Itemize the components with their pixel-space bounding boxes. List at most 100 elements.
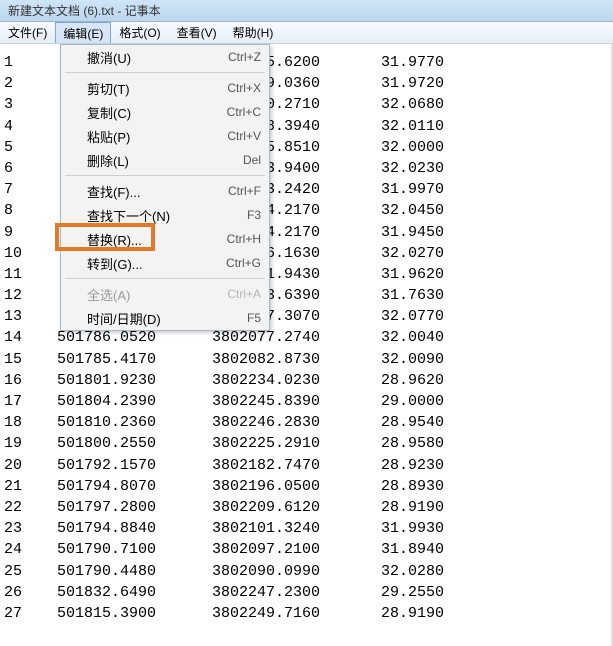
- col-c: 32.0040: [344, 327, 444, 348]
- text-row: 16501801.92303802234.023028.9620: [4, 370, 607, 391]
- line-number: 22: [4, 497, 40, 518]
- col-c: 32.0270: [344, 243, 444, 264]
- col-a: 501785.4170: [40, 349, 180, 370]
- line-number: 20: [4, 455, 40, 476]
- menu-separator: [65, 72, 265, 73]
- col-c: 28.9230: [344, 455, 444, 476]
- line-number: 16: [4, 370, 40, 391]
- col-c: 29.0000: [344, 391, 444, 412]
- menu-copy[interactable]: 复制(C) Ctrl+C: [61, 100, 269, 124]
- line-number: 24: [4, 539, 40, 560]
- menu-file[interactable]: 文件(F): [0, 22, 55, 43]
- col-a: 501804.2390: [40, 391, 180, 412]
- line-number: 10: [4, 243, 40, 264]
- col-c: 28.9580: [344, 433, 444, 454]
- col-c: 32.0090: [344, 349, 444, 370]
- col-b: 3802090.0990: [180, 561, 344, 582]
- menu-cut[interactable]: 剪切(T) Ctrl+X: [61, 76, 269, 100]
- menu-view[interactable]: 查看(V): [169, 22, 225, 43]
- col-c: 32.0110: [344, 116, 444, 137]
- col-a: 501797.2800: [40, 497, 180, 518]
- line-number: 14: [4, 327, 40, 348]
- menu-help[interactable]: 帮助(H): [225, 22, 282, 43]
- text-row: 25501790.44803802090.099032.0280: [4, 561, 607, 582]
- menu-separator: [65, 278, 265, 279]
- line-number: 8: [4, 200, 40, 221]
- line-number: 11: [4, 264, 40, 285]
- line-number: 23: [4, 518, 40, 539]
- menu-replace[interactable]: 替换(R)... Ctrl+H: [61, 227, 269, 251]
- col-a: 501810.2360: [40, 412, 180, 433]
- col-a: 501792.1570: [40, 455, 180, 476]
- col-c: 32.0770: [344, 306, 444, 327]
- col-c: 31.9450: [344, 222, 444, 243]
- col-c: 32.0680: [344, 94, 444, 115]
- menu-format[interactable]: 格式(O): [111, 22, 168, 43]
- menu-select-all[interactable]: 全选(A) Ctrl+A: [61, 282, 269, 306]
- col-c: 31.9720: [344, 73, 444, 94]
- line-number: 7: [4, 179, 40, 200]
- line-number: 12: [4, 285, 40, 306]
- line-number: 15: [4, 349, 40, 370]
- col-c: 31.8940: [344, 539, 444, 560]
- text-row: 24501790.71003802097.210031.8940: [4, 539, 607, 560]
- line-number: 5: [4, 137, 40, 158]
- menu-separator: [65, 175, 265, 176]
- col-c: 31.9930: [344, 518, 444, 539]
- col-a: 501832.6490: [40, 582, 180, 603]
- col-c: 32.0450: [344, 200, 444, 221]
- text-row: 17501804.23903802245.839029.0000: [4, 391, 607, 412]
- menu-undo[interactable]: 撤消(U) Ctrl+Z: [61, 45, 269, 69]
- line-number: 27: [4, 603, 40, 624]
- line-number: 9: [4, 222, 40, 243]
- col-a: 501800.2550: [40, 433, 180, 454]
- menu-time-date[interactable]: 时间/日期(D) F5: [61, 306, 269, 330]
- window-titlebar: 新建文本文档 (6).txt - 记事本: [0, 0, 613, 22]
- text-row: 20501792.15703802182.747028.9230: [4, 455, 607, 476]
- text-row: 15501785.41703802082.873032.0090: [4, 349, 607, 370]
- window-title: 新建文本文档 (6).txt - 记事本: [8, 2, 161, 19]
- col-b: 3802209.6120: [180, 497, 344, 518]
- col-a: 501790.7100: [40, 539, 180, 560]
- text-row: 27501815.39003802249.716028.9190: [4, 603, 607, 624]
- menu-delete[interactable]: 删除(L) Del: [61, 148, 269, 172]
- col-b: 3802097.2100: [180, 539, 344, 560]
- col-a: 501794.8840: [40, 518, 180, 539]
- col-c: 31.9620: [344, 264, 444, 285]
- col-b: 3802182.7470: [180, 455, 344, 476]
- col-a: 501815.3900: [40, 603, 180, 624]
- line-number: 18: [4, 412, 40, 433]
- line-number: 6: [4, 158, 40, 179]
- line-number: 26: [4, 582, 40, 603]
- col-b: 3802245.8390: [180, 391, 344, 412]
- text-row: 19501800.25503802225.291028.9580: [4, 433, 607, 454]
- line-number: 2: [4, 73, 40, 94]
- text-row: 18501810.23603802246.283028.9540: [4, 412, 607, 433]
- line-number: 4: [4, 116, 40, 137]
- col-b: 3802246.2830: [180, 412, 344, 433]
- col-c: 31.9970: [344, 179, 444, 200]
- menu-paste[interactable]: 粘贴(P) Ctrl+V: [61, 124, 269, 148]
- col-a: 501794.8070: [40, 476, 180, 497]
- text-row: 26501832.64903802247.230029.2550: [4, 582, 607, 603]
- text-row: 21501794.80703802196.050028.8930: [4, 476, 607, 497]
- menubar: 文件(F) 编辑(E) 格式(O) 查看(V) 帮助(H): [0, 22, 613, 44]
- col-b: 3802196.0500: [180, 476, 344, 497]
- col-c: 32.0000: [344, 137, 444, 158]
- col-b: 3802225.2910: [180, 433, 344, 454]
- col-c: 32.0230: [344, 158, 444, 179]
- col-c: 28.9620: [344, 370, 444, 391]
- col-b: 3802082.8730: [180, 349, 344, 370]
- col-c: 32.0280: [344, 561, 444, 582]
- menu-goto[interactable]: 转到(G)... Ctrl+G: [61, 251, 269, 275]
- menu-edit[interactable]: 编辑(E): [55, 22, 111, 43]
- menu-find-next[interactable]: 查找下一个(N) F3: [61, 203, 269, 227]
- col-c: 29.2550: [344, 582, 444, 603]
- col-c: 28.9190: [344, 603, 444, 624]
- line-number: 13: [4, 306, 40, 327]
- menu-find[interactable]: 查找(F)... Ctrl+F: [61, 179, 269, 203]
- col-c: 28.9190: [344, 497, 444, 518]
- col-b: 3802101.3240: [180, 518, 344, 539]
- col-a: 501801.9230: [40, 370, 180, 391]
- col-c: 31.9770: [344, 52, 444, 73]
